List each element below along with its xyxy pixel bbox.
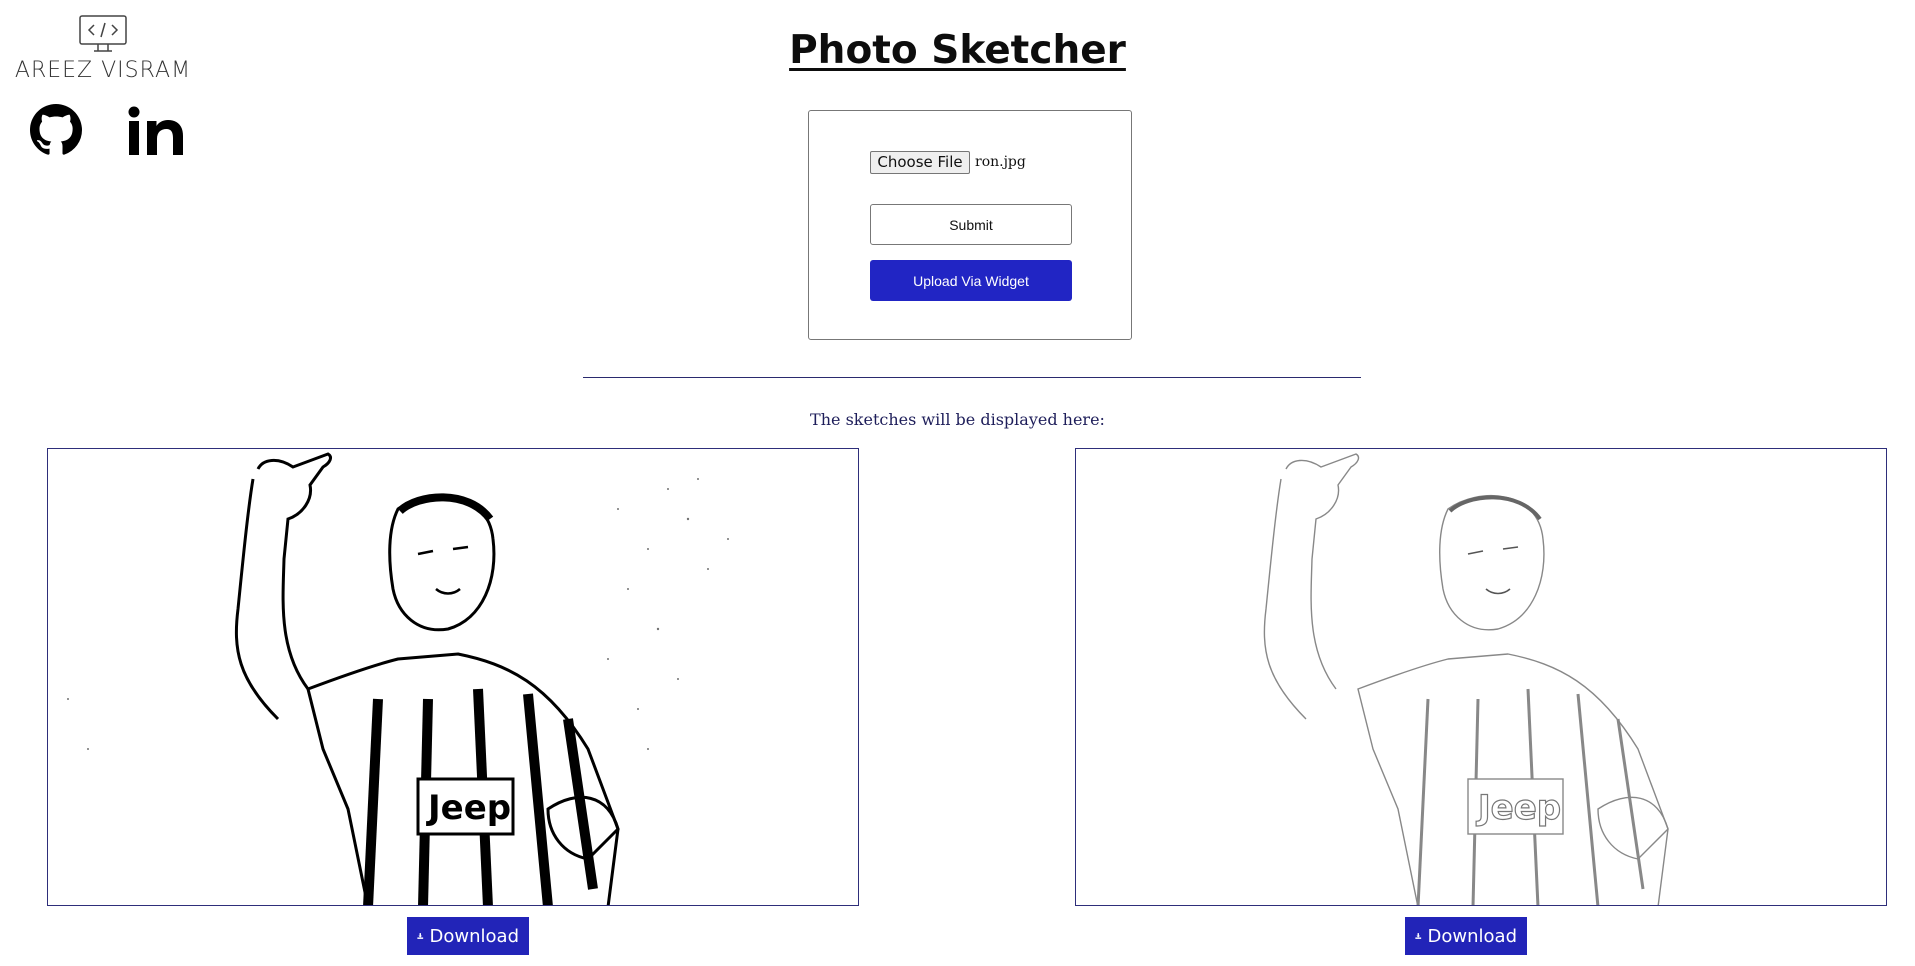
- page-title: Photo Sketcher: [789, 28, 1126, 73]
- download-label: Download: [429, 925, 519, 947]
- linkedin-icon[interactable]: [128, 106, 184, 156]
- svg-text:Jeep: Jeep: [426, 788, 511, 828]
- selected-file-name: ron.jpg: [975, 154, 1026, 170]
- github-icon[interactable]: [30, 104, 82, 156]
- divider: [583, 377, 1361, 378]
- download-dark-button[interactable]: Download: [407, 917, 529, 955]
- download-icon: [1415, 933, 1422, 939]
- upload-widget-button[interactable]: Upload Via Widget: [870, 260, 1072, 301]
- download-label: Download: [1427, 925, 1517, 947]
- sketch-light-image: Jeep: [1076, 449, 1886, 905]
- sketch-dark-panel: Jeep: [47, 448, 859, 906]
- download-icon: [417, 933, 424, 939]
- choose-file-button[interactable]: Choose File: [870, 151, 970, 174]
- sketch-dark-image: Jeep: [48, 449, 858, 905]
- download-light-button[interactable]: Download: [1405, 917, 1527, 955]
- results-caption: The sketches will be displayed here:: [810, 410, 1105, 429]
- sketch-light-panel: Jeep: [1075, 448, 1887, 906]
- submit-button[interactable]: Submit: [870, 204, 1072, 245]
- svg-text:Jeep: Jeep: [1476, 788, 1561, 828]
